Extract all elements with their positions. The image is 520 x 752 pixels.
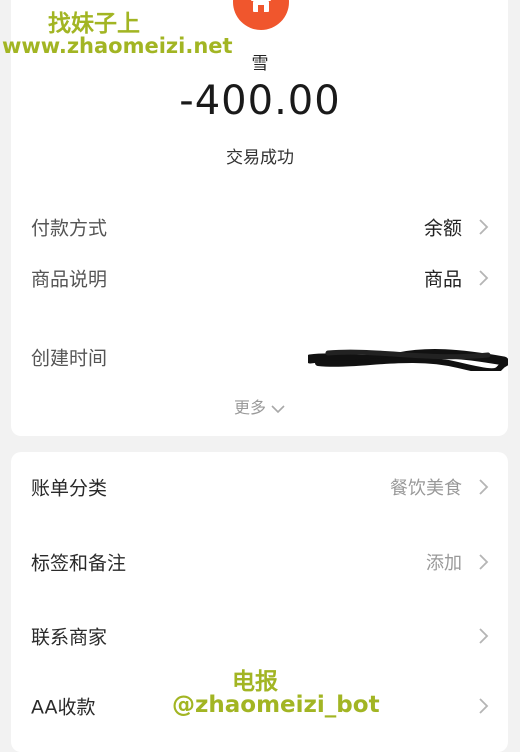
watermark-line-3: 电报 <box>232 662 278 696</box>
watermark-line-4: @zhaomeizi_bot <box>172 692 380 718</box>
tags-notes-value: 添加 <box>426 549 462 575</box>
created-time-row: 创建时间 <box>11 335 508 379</box>
redacted-scribble <box>308 343 508 371</box>
transaction-status: 交易成功 <box>0 143 520 168</box>
payment-method-row[interactable]: 付款方式 余额 <box>11 205 508 249</box>
more-toggle[interactable]: 更多 <box>0 394 520 418</box>
shop-icon <box>246 0 276 17</box>
bill-category-value: 餐饮美食 <box>390 474 462 500</box>
aa-collect-label: AA收款 <box>31 693 96 720</box>
bill-category-label: 账单分类 <box>31 474 107 501</box>
contact-merchant-label: 联系商家 <box>31 623 107 650</box>
payment-method-label: 付款方式 <box>31 214 107 241</box>
tags-notes-label: 标签和备注 <box>31 549 126 576</box>
product-description-label: 商品说明 <box>31 265 107 292</box>
chevron-right-icon <box>476 697 490 715</box>
more-label: 更多 <box>234 398 266 417</box>
tags-notes-row[interactable]: 标签和备注 添加 <box>11 540 508 584</box>
transaction-amount: -400.00 <box>0 78 520 124</box>
chevron-right-icon <box>476 478 490 496</box>
payment-method-value: 余额 <box>424 214 462 241</box>
chevron-right-icon <box>476 269 490 287</box>
bill-category-row[interactable]: 账单分类 餐饮美食 <box>11 465 508 509</box>
chevron-down-icon <box>270 404 286 414</box>
contact-merchant-row[interactable]: 联系商家 <box>11 614 508 658</box>
chevron-right-icon <box>476 218 490 236</box>
product-description-value: 商品 <box>424 265 462 292</box>
product-description-row[interactable]: 商品说明 商品 <box>11 256 508 300</box>
chevron-right-icon <box>476 627 490 645</box>
watermark-line-1: 找妹子上 <box>48 4 140 38</box>
chevron-right-icon <box>476 553 490 571</box>
watermark-line-2: www.zhaomeizi.net <box>2 34 233 58</box>
created-time-label: 创建时间 <box>31 344 107 371</box>
